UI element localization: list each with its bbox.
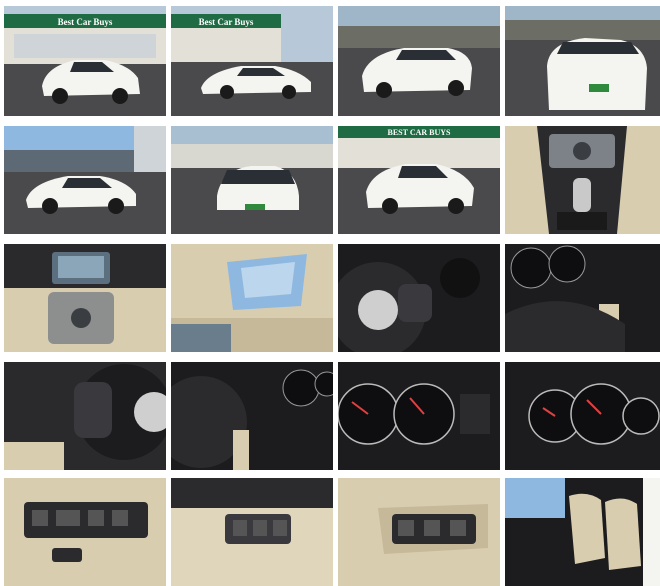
photo-thumbnail-5[interactable] [4,126,166,234]
center-console-shifter-icon [505,126,660,234]
photo-thumbnail-9[interactable] [4,244,166,352]
dealer-sign: Best Car Buys [58,17,113,27]
photo-thumbnail-11[interactable] [338,244,500,352]
window-switches-icon [171,478,333,586]
photo-thumbnail-17[interactable] [4,478,166,586]
gauges-icon [505,362,660,470]
photo-thumbnail-1[interactable]: Best Car Buys [4,6,166,116]
photo-thumbnail-13[interactable] [4,362,166,470]
photo-thumbnail-10[interactable] [171,244,333,352]
photo-thumbnail-16[interactable] [505,362,660,470]
front-seats-icon [505,478,660,586]
sunroof-icon [171,244,333,352]
photo-thumbnail-14[interactable] [171,362,333,470]
steering-wheel-icon [338,244,500,352]
steering-wheel-icon [4,362,166,470]
photo-thumbnail-6[interactable] [171,126,333,234]
dealer-sign: BEST CAR BUYS [388,128,452,137]
photo-thumbnail-2[interactable]: Best Car Buys [171,6,333,116]
door-switches-icon [4,478,166,586]
steering-wheel-cluster-icon [171,362,333,470]
photo-thumbnail-12[interactable] [505,244,660,352]
gauges-icon [338,362,500,470]
car-side-profile-icon [4,126,166,234]
photo-thumbnail-4[interactable] [505,6,660,116]
door-panel-switches-icon [338,478,500,586]
photo-thumbnail-18[interactable] [171,478,333,586]
photo-thumbnail-7[interactable]: BEST CAR BUYS [338,126,500,234]
dashboard-navigation-icon [4,244,166,352]
car-front-icon [171,126,333,234]
car-rear-icon [505,6,660,116]
photo-thumbnail-20[interactable] [505,478,660,586]
photo-thumbnail-15[interactable] [338,362,500,470]
car-front-three-quarter-icon: BEST CAR BUYS [338,126,500,234]
dealer-sign: Best Car Buys [199,17,254,27]
photo-thumbnail-3[interactable] [338,6,500,116]
photo-thumbnail-8[interactable] [505,126,660,234]
photo-thumbnail-19[interactable] [338,478,500,586]
car-rear-three-quarter-icon [338,6,500,116]
instrument-cluster-icon [505,244,660,352]
photo-gallery: Best Car Buys Best Car Buys BEST CAR BUY… [0,0,660,586]
car-front-three-quarter-icon: Best Car Buys [4,6,166,116]
car-side-profile-icon: Best Car Buys [171,6,333,116]
